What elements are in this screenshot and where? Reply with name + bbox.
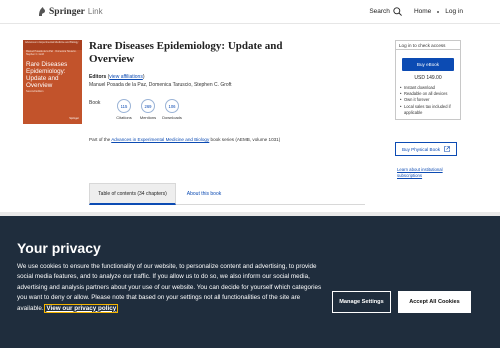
metric-citations[interactable]: 115 Citations bbox=[115, 99, 133, 120]
metric-value: 106 bbox=[165, 99, 179, 113]
editor-names: Manuel Posada de la Paz, Domenica Tarusc… bbox=[89, 82, 232, 88]
cover-publisher: Springer bbox=[69, 117, 79, 120]
login-to-check-access[interactable]: Log in to check access bbox=[395, 40, 461, 50]
search-label: Search bbox=[369, 8, 390, 15]
metric-value: 269 bbox=[141, 99, 155, 113]
site-header: Springer Link Search Home Log in bbox=[0, 0, 500, 24]
book-cover[interactable]: Advances in Experimental Medicine and Bi… bbox=[23, 40, 82, 124]
login-link[interactable]: Log in bbox=[445, 8, 463, 15]
series-suffix: book series (AEMB, volume 1031) bbox=[209, 137, 281, 142]
buy-ebook-button[interactable]: Buy eBook bbox=[402, 58, 454, 71]
cover-edition: Second Edition bbox=[26, 89, 44, 93]
feature-item: Local sales tax included if applicable bbox=[400, 104, 456, 116]
cover-title-line: Update and bbox=[26, 74, 59, 82]
cover-title-line: Overview bbox=[26, 81, 53, 89]
editors-line: Editors (view affiliations) bbox=[89, 74, 145, 80]
metric-downloads[interactable]: 106 Downloads bbox=[162, 99, 182, 120]
cookie-title: Your privacy bbox=[17, 240, 101, 256]
buy-physical-label: Buy Physical Book bbox=[401, 146, 441, 152]
cover-title: Rare Diseases Epidemiology: Update and O… bbox=[23, 58, 82, 89]
series-prefix: Part of the bbox=[89, 137, 112, 142]
metric-label: Mentions bbox=[139, 115, 157, 120]
ebook-price: USD 149.00 bbox=[414, 75, 442, 81]
purchase-panel: Log in to check access Buy eBook USD 149… bbox=[395, 40, 461, 178]
book-metrics: 115 Citations 269 Mentions 106 Downloads bbox=[115, 99, 182, 120]
metric-label: Downloads bbox=[162, 115, 182, 120]
header-nav: Search Home Log in bbox=[369, 7, 463, 16]
view-affiliations-link[interactable]: view affiliations bbox=[109, 74, 143, 80]
springer-link-logo[interactable]: Springer Link bbox=[37, 6, 103, 17]
tab-about-this-book[interactable]: About this book bbox=[176, 183, 232, 205]
accept-all-cookies-button[interactable]: Accept All Cookies bbox=[398, 291, 471, 313]
privacy-policy-link[interactable]: View our privacy policy bbox=[44, 303, 119, 313]
book-title: Rare Diseases Epidemiology: Update and O… bbox=[89, 40, 283, 65]
ebook-box: Buy eBook USD 149.00 Instant download Re… bbox=[395, 50, 461, 121]
brand-name: Springer bbox=[49, 6, 85, 17]
editors-label: Editors bbox=[89, 74, 107, 80]
metric-value: 115 bbox=[117, 99, 131, 113]
cover-authors: Manuel Posada de la Paz · Domenica Tarus… bbox=[26, 50, 78, 56]
tab-table-of-contents[interactable]: Table of contents (34 chapters) bbox=[89, 183, 176, 205]
springer-horse-icon bbox=[39, 7, 45, 16]
cover-series: Advances in Experimental Medicine and Bi… bbox=[23, 40, 82, 50]
buy-physical-book-button[interactable]: Buy Physical Book bbox=[395, 142, 457, 156]
series-link[interactable]: Advances in Experimental Medicine and Bi… bbox=[111, 137, 209, 142]
external-link-icon bbox=[444, 146, 450, 152]
cookie-banner: Your privacy We use cookies to ensure th… bbox=[0, 216, 500, 348]
institutional-subscriptions-link[interactable]: Learn about institutional subscriptions bbox=[397, 167, 459, 178]
manage-settings-button[interactable]: Manage Settings bbox=[332, 291, 391, 313]
search-button[interactable]: Search bbox=[369, 7, 402, 16]
cookie-text: We use cookies to ensure the functionali… bbox=[17, 262, 322, 314]
content-type: Book bbox=[89, 100, 101, 106]
nav-separator bbox=[437, 10, 440, 13]
series-info: Part of the Advances in Experimental Med… bbox=[89, 137, 280, 142]
cover-title-line: Epidemiology: bbox=[26, 67, 66, 75]
brand-suffix: Link bbox=[87, 7, 103, 16]
metric-mentions[interactable]: 269 Mentions bbox=[139, 99, 157, 120]
ebook-features: Instant download Readable on all devices… bbox=[400, 85, 456, 116]
search-icon bbox=[393, 7, 402, 16]
home-link[interactable]: Home bbox=[414, 8, 431, 15]
book-tabs: Table of contents (34 chapters) About th… bbox=[89, 183, 365, 205]
cover-title-line: Rare Diseases bbox=[26, 60, 68, 68]
metric-label: Citations bbox=[116, 115, 132, 120]
